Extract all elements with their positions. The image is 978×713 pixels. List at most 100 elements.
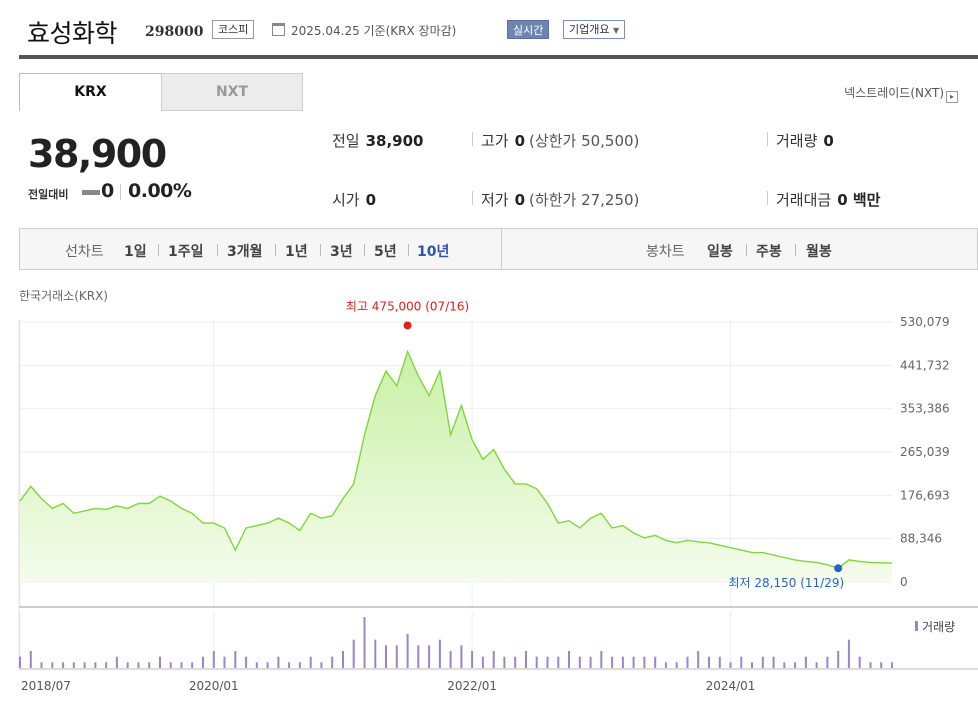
company-profile-button[interactable]: 기업개요 ▼ [563, 20, 626, 39]
volume-bar [611, 656, 614, 668]
stat-volume: 거래량 0 [776, 130, 834, 151]
realtime-button[interactable]: 실시간 [507, 20, 550, 39]
volume-bar [105, 662, 108, 668]
volume-bar [428, 645, 431, 668]
volume-bar [535, 656, 538, 668]
volume-bar [406, 634, 409, 668]
nextrade-link[interactable]: 넥스트레이드(NXT) ▸ [844, 84, 958, 103]
volume-legend-label: 거래량 [922, 620, 955, 634]
volume-bar [245, 656, 248, 668]
stat-value: 38,900 [365, 132, 424, 150]
y-tick-label: 353,386 [900, 402, 950, 416]
volume-bar [385, 645, 387, 668]
volume-bar [858, 656, 861, 668]
change-value: 0 [101, 180, 115, 202]
divider [746, 244, 747, 256]
volume-bar [880, 662, 883, 668]
volume-bar [589, 656, 592, 668]
y-tick-label: 88,346 [900, 532, 942, 546]
volume-bar [600, 651, 603, 668]
volume-bar [277, 656, 280, 668]
stat-low: 저가 0 (하한가 27,250) [481, 189, 639, 210]
volume-bar [686, 656, 689, 668]
change-label: 전일대비 [28, 188, 69, 201]
stat-prev-close: 전일 38,900 [332, 130, 424, 151]
volume-bar [729, 662, 732, 668]
volume-bar [320, 662, 323, 668]
min-marker [834, 564, 843, 573]
min-annotation: 최저 28,150 (11/29) [729, 576, 845, 590]
volume-bar [783, 662, 786, 668]
divider [158, 244, 159, 256]
volume-bar [115, 656, 118, 668]
volume-bar [525, 651, 527, 668]
volume-bar [718, 656, 721, 668]
divider [320, 244, 321, 256]
candle-daily[interactable]: 일봉 [707, 241, 733, 261]
nextrade-link-label: 넥스트레이드(NXT) [844, 86, 944, 100]
tab-krx[interactable]: KRX [19, 73, 162, 111]
volume-bar [546, 656, 549, 668]
period-1d[interactable]: 1일 [124, 241, 147, 261]
volume-bar [255, 662, 258, 668]
volume-bar [815, 662, 818, 668]
y-tick-label: 176,693 [900, 488, 950, 502]
volume-bar [568, 651, 570, 668]
volume-bar [40, 662, 43, 668]
line-chart-label: 선차트 [65, 244, 104, 260]
volume-bar [288, 662, 291, 668]
stat-value: 0 [823, 132, 834, 150]
volume-bar [148, 662, 151, 668]
stat-lower-limit: (하한가 27,250) [529, 191, 640, 209]
period-3m[interactable]: 3개월 [227, 241, 263, 261]
volume-bar [234, 651, 237, 668]
stat-value: 0 [365, 191, 377, 209]
period-5y[interactable]: 5년 [374, 241, 397, 261]
volume-bar [794, 662, 797, 668]
base-date: 2025.04.25 기준(KRX 장마감) [291, 24, 457, 38]
volume-bar [664, 662, 667, 668]
volume-bar [19, 656, 21, 668]
stat-value: 0 [514, 191, 526, 209]
candle-monthly[interactable]: 월봉 [806, 241, 832, 261]
stat-upper-limit: (상한가 50,500) [529, 132, 640, 150]
x-axis-labels: 2018/07 2020/01 2022/01 2024/01 [21, 679, 755, 693]
max-marker [403, 321, 412, 330]
tab-nxt[interactable]: NXT [161, 73, 303, 111]
volume-bar [708, 656, 710, 668]
stat-value: 0 백만 [837, 191, 881, 209]
current-price: 38,900 [28, 132, 167, 176]
company-profile-label: 기업개요 [569, 23, 610, 36]
period-1w[interactable]: 1주일 [168, 241, 204, 261]
period-1y[interactable]: 1년 [285, 241, 308, 261]
stat-open: 시가 0 [332, 189, 376, 210]
volume-bar [212, 651, 215, 668]
candle-weekly[interactable]: 주봉 [756, 241, 782, 261]
divider [472, 191, 473, 205]
candle-chart-label: 봉차트 [646, 244, 685, 260]
volume-bar [83, 662, 86, 668]
volume-bar [481, 656, 484, 668]
flat-change-icon [82, 190, 100, 195]
period-selector: 선차트 1일 1주일 3개월 1년 3년 5년 10년 봉차트 일봉 주봉 월봉 [19, 228, 978, 270]
volume-bar [621, 656, 624, 668]
caret-down-icon: ▼ [612, 26, 620, 35]
divider [217, 244, 218, 256]
y-axis-labels: 530,079 441,732 353,386 265,039 176,693 88,34… [900, 315, 950, 589]
volume-bar [202, 656, 204, 668]
divider [120, 184, 121, 200]
volume-bar [471, 651, 474, 668]
volume-bar [449, 651, 452, 668]
volume-bar [772, 656, 775, 668]
volume-bar [804, 656, 807, 668]
volume-bar [514, 656, 517, 668]
change-rate: 0.00% [128, 180, 192, 202]
divider [767, 132, 768, 146]
period-10y[interactable]: 10년 [417, 241, 449, 261]
volume-bar [557, 656, 560, 668]
volume-bar [697, 651, 700, 668]
volume-bar [740, 656, 743, 668]
volume-bar [363, 617, 366, 668]
volume-bars: 거래량 [19, 617, 955, 668]
period-3y[interactable]: 3년 [330, 241, 353, 261]
